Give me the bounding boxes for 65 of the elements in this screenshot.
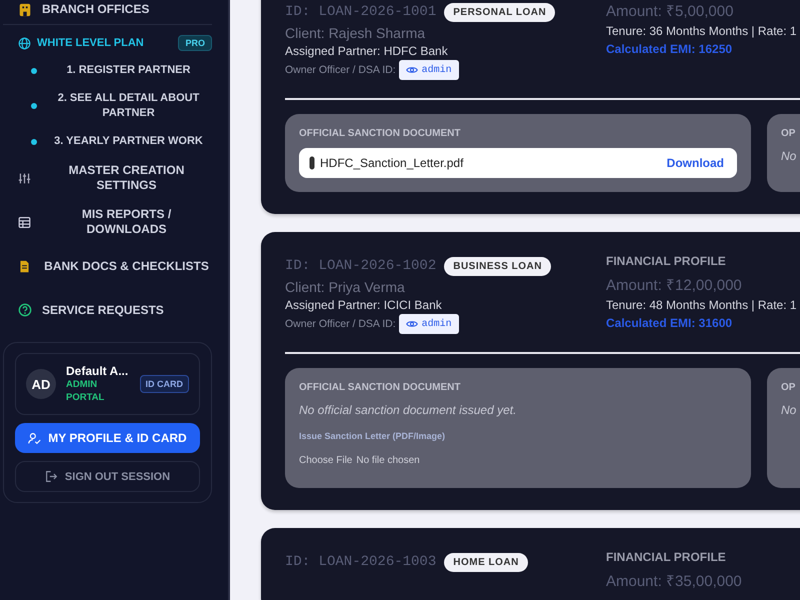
sign-out-button[interactable]: SIGN OUT SESSION (15, 461, 200, 492)
download-link[interactable]: Download (666, 156, 724, 170)
officer-id-chip[interactable]: admin (398, 60, 459, 80)
officer-label: Owner Officer / DSA ID: (285, 64, 396, 76)
plan-menu-item[interactable]: 2. SEE ALL DETAIL ABOUT PARTNER (45, 91, 212, 121)
help-icon (18, 303, 32, 317)
client-name: Client: Rajesh Sharma (285, 25, 426, 41)
document-heading: OP (781, 382, 796, 393)
building-icon (18, 2, 32, 16)
tenure-rate: Tenure: 48 Months Months | Rate: 1 (606, 298, 797, 312)
loan-amount: Amount: ₹5,00,000 (606, 2, 734, 20)
loan-type-badge: HOME LOAN (444, 552, 528, 572)
assigned-partner: Assigned Partner: HDFC Bank (285, 44, 449, 58)
loan-type-badge: BUSINESS LOAN (444, 256, 551, 276)
empty-note: No (781, 149, 798, 163)
plan-menu-item[interactable]: 3. YEARLY PARTNER WORK (45, 134, 212, 149)
bullet-icon (31, 138, 37, 144)
upload-label: Issue Sanction Letter (PDF/Image) (299, 431, 446, 441)
loan-id: ID: LOAN-2026-1003 (285, 554, 436, 570)
sidebar-menu-item[interactable]: SERVICE REQUESTS (42, 302, 212, 318)
client-name: Client: Priya Verma (285, 279, 406, 295)
loan-type-badge: PERSONAL LOAN (444, 2, 556, 22)
empty-note: No (781, 403, 798, 417)
globe-icon (18, 36, 31, 50)
plan-menu-item[interactable]: 1. REGISTER PARTNER (45, 63, 212, 78)
loan-amount: Amount: ₹35,00,000 (606, 572, 742, 590)
tenure-rate: Tenure: 36 Months Months | Rate: 1 (606, 24, 797, 38)
avatar: AD (26, 369, 56, 399)
document-heading: OFFICIAL SANCTION DOCUMENT (299, 382, 462, 393)
user-role: ADMIN PORTAL (66, 378, 106, 404)
file-name: HDFC_Sanction_Letter.pdf (320, 156, 464, 170)
sliders-icon (18, 172, 31, 184)
financial-profile-heading: FINANCIAL PROFILE (606, 550, 727, 566)
branch-offices-link[interactable]: BRANCH OFFICES (42, 2, 212, 17)
table-icon (18, 216, 31, 228)
user-name: Default A... (66, 364, 130, 378)
document-heading: OP (781, 128, 796, 139)
clip-icon (309, 156, 315, 170)
pro-badge: PRO (178, 35, 212, 51)
file-status: No file chosen (356, 455, 420, 466)
officer-id-chip[interactable]: admin (398, 314, 459, 334)
bullet-icon (31, 68, 37, 74)
document-icon (18, 260, 31, 272)
calculated-emi: Calculated EMI: 31600 (606, 316, 734, 330)
loan-id: ID: LOAN-2026-1001 (285, 4, 436, 20)
user-icon (28, 432, 42, 444)
id-card-badge[interactable]: ID CARD (140, 375, 189, 393)
sign-out-icon (44, 470, 58, 483)
loan-id: ID: LOAN-2026-1002 (285, 258, 436, 274)
plan-heading[interactable]: WHITE LEVEL PLAN (37, 37, 172, 49)
eye-icon (406, 318, 418, 330)
eye-icon (406, 64, 418, 76)
sidebar-menu-item[interactable]: MIS REPORTS / DOWNLOADS (41, 207, 212, 237)
choose-file-button[interactable]: Choose File (299, 455, 352, 466)
loan-amount: Amount: ₹12,00,000 (606, 276, 743, 294)
sidebar-menu-item[interactable]: BANK DOCS & CHECKLISTS (41, 258, 212, 274)
empty-note: No official sanction document issued yet. (299, 403, 518, 417)
document-heading: OFFICIAL SANCTION DOCUMENT (299, 128, 462, 139)
calculated-emi: Calculated EMI: 16250 (606, 42, 734, 56)
assigned-partner: Assigned Partner: ICICI Bank (285, 298, 443, 312)
sidebar-menu-item[interactable]: MASTER CREATION SETTINGS (41, 163, 212, 193)
bullet-icon (31, 103, 37, 109)
officer-label: Owner Officer / DSA ID: (285, 318, 396, 330)
financial-profile-heading: FINANCIAL PROFILE (606, 254, 727, 270)
profile-button[interactable]: MY PROFILE & ID CARD (15, 423, 200, 453)
